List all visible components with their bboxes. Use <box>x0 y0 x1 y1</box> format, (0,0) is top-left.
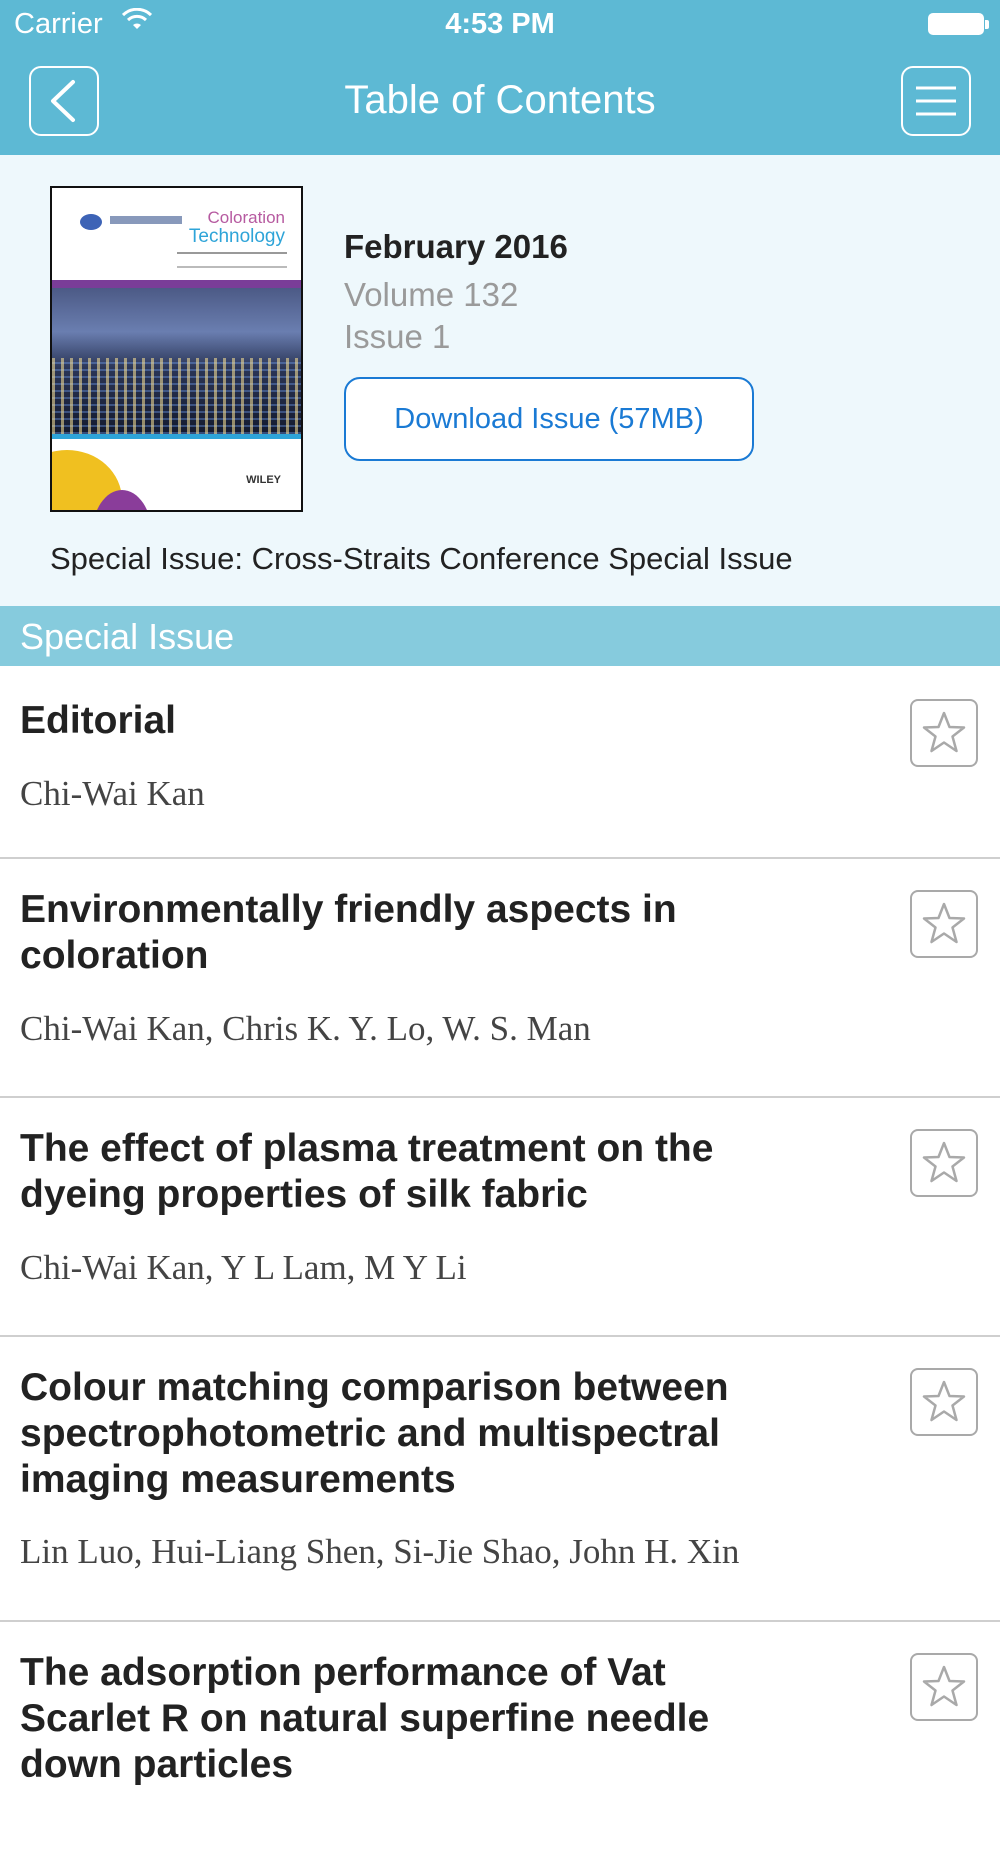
star-icon <box>922 711 966 753</box>
favorite-button[interactable] <box>910 890 978 958</box>
article-title: Colour matching comparison between spect… <box>20 1365 810 1503</box>
article-authors: Chi-Wai Kan, Chris K. Y. Lo, W. S. Man <box>20 1009 591 1048</box>
battery-icon <box>928 13 989 35</box>
article-title-line: coloration <box>20 934 209 977</box>
cover-tagline <box>177 252 287 268</box>
cover-stripe <box>52 434 301 439</box>
publisher-logo: WILEY <box>246 474 281 486</box>
article-title: The adsorption performance of Vat Scarle… <box>20 1650 810 1788</box>
article-title-line: The effect of plasma treatment on the <box>20 1127 714 1170</box>
issue-date: February 2016 <box>344 228 568 265</box>
section-header: Special Issue <box>0 606 1000 666</box>
issue-volume: Volume 132 <box>344 276 519 313</box>
society-logo-text <box>110 216 182 224</box>
article-title-line: Editorial <box>20 699 177 742</box>
favorite-button[interactable] <box>910 1653 978 1721</box>
issue-cover-image[interactable]: Coloration Technology WILEY <box>50 186 303 512</box>
article-title-line: spectrophotometric and multispectral <box>20 1412 720 1455</box>
article-list: Editorial Chi-Wai Kan Environmentally fr… <box>0 666 1000 1862</box>
star-icon <box>922 1380 966 1422</box>
article-title: The effect of plasma treatment on the dy… <box>20 1126 810 1218</box>
cover-title-line1: Coloration <box>207 208 286 227</box>
page-title: Table of Contents <box>344 78 656 122</box>
cover-title: Coloration Technology <box>189 208 285 246</box>
list-item[interactable]: Colour matching comparison between spect… <box>0 1337 1000 1622</box>
article-title: Environmentally friendly aspects in colo… <box>20 887 810 979</box>
navigation-bar: Carrier 4:53 PM Table of Contents <box>0 0 1000 155</box>
list-item[interactable]: Environmentally friendly aspects in colo… <box>0 859 1000 1098</box>
section-header-label: Special Issue <box>20 616 235 657</box>
article-title: Editorial <box>20 698 810 744</box>
menu-button[interactable] <box>901 66 971 136</box>
special-issue-note: Special Issue: Cross-Straits Conference … <box>50 541 793 576</box>
article-title-line: Colour matching comparison between <box>20 1366 729 1409</box>
cover-city-lights <box>52 358 301 434</box>
article-authors: Chi-Wai Kan <box>20 774 205 813</box>
article-title-line: The adsorption performance of Vat <box>20 1651 666 1694</box>
article-title-line: Scarlet R on natural superfine needle <box>20 1697 710 1740</box>
society-logo <box>80 214 102 230</box>
status-time: 4:53 PM <box>445 8 555 40</box>
download-issue-button[interactable]: Download Issue (57MB) <box>344 377 754 461</box>
article-title-line: imaging measurements <box>20 1458 456 1501</box>
article-authors: Chi-Wai Kan, Y L Lam, M Y Li <box>20 1248 467 1287</box>
cover-title-line2: Technology <box>188 226 285 247</box>
favorite-button[interactable] <box>910 699 978 767</box>
list-item[interactable]: Editorial Chi-Wai Kan <box>0 666 1000 859</box>
article-title-line: dyeing properties of silk fabric <box>20 1173 588 1216</box>
star-icon <box>922 1665 966 1707</box>
issue-number: Issue 1 <box>344 318 451 355</box>
article-authors: Lin Luo, Hui-Liang Shen, Si-Jie Shao, Jo… <box>20 1532 740 1571</box>
star-icon <box>922 1141 966 1183</box>
cover-band <box>52 280 301 288</box>
list-item[interactable]: The adsorption performance of Vat Scarle… <box>0 1622 1000 1862</box>
status-bar: Carrier 4:53 PM <box>0 0 1000 50</box>
hamburger-menu-icon <box>916 86 956 116</box>
article-title-line: down particles <box>20 1743 294 1786</box>
star-icon <box>922 902 966 944</box>
favorite-button[interactable] <box>910 1129 978 1197</box>
article-title-line: Environmentally friendly aspects in <box>20 888 677 931</box>
favorite-button[interactable] <box>910 1368 978 1436</box>
list-item[interactable]: The effect of plasma treatment on the dy… <box>0 1098 1000 1337</box>
